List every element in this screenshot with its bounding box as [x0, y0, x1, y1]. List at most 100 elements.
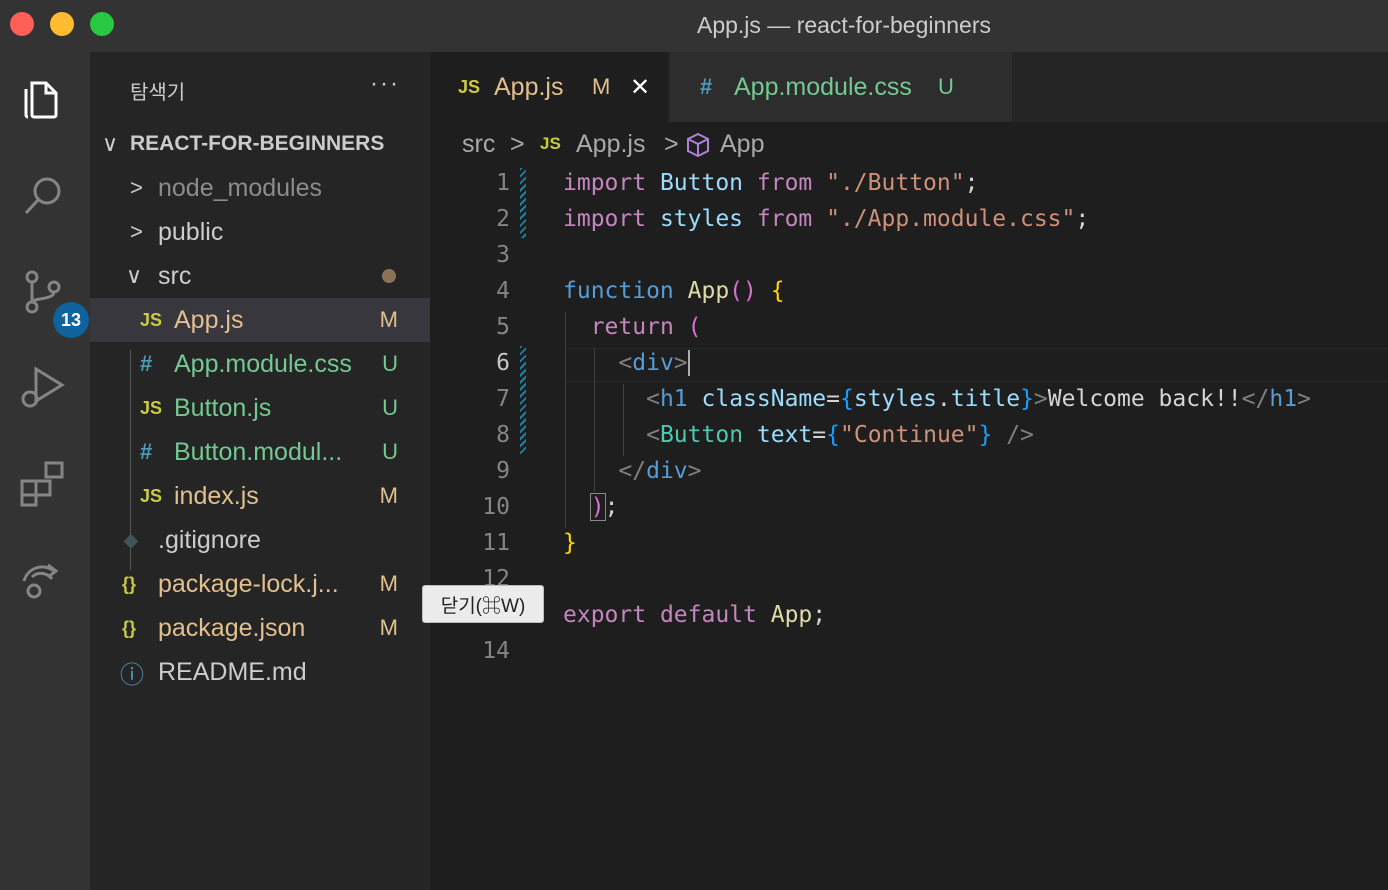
- git-status: M: [379, 483, 398, 508]
- tree-item-label: Button.js: [174, 393, 272, 422]
- css-file-icon: #: [140, 351, 153, 376]
- code-line: }: [563, 530, 577, 556]
- code-token: from: [756, 170, 813, 196]
- close-icon[interactable]: ✕: [630, 73, 650, 102]
- tree-item-gitignore[interactable]: ◆ .gitignore: [90, 518, 430, 562]
- code-token: App: [673, 278, 730, 304]
- diff-gutter-mark: [520, 168, 526, 238]
- tree-item-app-js[interactable]: JS App.js M: [90, 298, 430, 342]
- tree-item-label: App.module.css: [174, 349, 352, 378]
- code-token: import: [563, 206, 647, 232]
- code-token: styles: [646, 206, 757, 232]
- chevron-right-icon: >: [130, 219, 143, 244]
- tree-item-src[interactable]: ∨ src: [90, 254, 430, 298]
- code-token: h1: [659, 386, 688, 412]
- tree-item-readme[interactable]: ⓘ README.md: [90, 650, 430, 694]
- explorer-title: 탐색기: [130, 82, 186, 104]
- extensions-icon[interactable]: [15, 456, 71, 512]
- project-folder[interactable]: ∨ REACT-FOR-BEGINNERS: [90, 122, 430, 166]
- breadcrumb-file[interactable]: App.js: [576, 130, 645, 159]
- code-token: </: [618, 458, 647, 484]
- code-line: </div>: [563, 458, 701, 484]
- git-status: U: [382, 395, 398, 420]
- git-status: U: [382, 439, 398, 464]
- code-editor[interactable]: 1 2 3 4 5 6 7 8 9 10 11 12 13 14 import …: [430, 168, 1388, 890]
- text-cursor: [687, 350, 690, 376]
- breadcrumb-symbol[interactable]: App: [720, 130, 764, 159]
- chevron-right-icon: >: [510, 130, 525, 158]
- code-token: "./Button": [812, 170, 965, 196]
- remote-icon[interactable]: [15, 550, 71, 606]
- code-token: default: [646, 602, 757, 628]
- code-token: Button: [659, 422, 744, 448]
- tree-item-package-lock[interactable]: {} package-lock.j... M: [90, 562, 430, 606]
- tree-item-label: src: [158, 261, 192, 290]
- code-token: return: [590, 314, 674, 340]
- tree-item-label: public: [158, 217, 224, 246]
- code-token: <: [646, 386, 660, 412]
- code-line: import Button from "./Button";: [563, 170, 978, 196]
- code-line: <div>: [563, 350, 690, 376]
- breadcrumb: src > JS App.js > App: [430, 122, 1388, 168]
- js-file-icon: JS: [140, 309, 163, 330]
- title-bar: App.js — react-for-beginners: [0, 0, 1388, 52]
- code-token: (: [673, 314, 702, 340]
- code-token: "./App.module.css": [812, 206, 1076, 232]
- more-actions-icon[interactable]: ···: [370, 70, 400, 98]
- tab-status: M: [592, 74, 611, 99]
- activity-bar: 13: [0, 52, 90, 890]
- line-number: 2: [496, 206, 510, 232]
- json-file-icon: {}: [122, 617, 137, 638]
- code-token: Button: [646, 170, 757, 196]
- code-line: import styles from "./App.module.css";: [563, 206, 1089, 232]
- code-token: ;: [1075, 206, 1090, 232]
- search-icon[interactable]: [15, 168, 71, 224]
- code-token: }: [978, 422, 993, 448]
- line-number: 10: [482, 494, 510, 520]
- line-number: 1: [496, 170, 510, 196]
- tree-item-label: package-lock.j...: [158, 569, 339, 598]
- tree-item-index-js[interactable]: JS index.js M: [90, 474, 430, 518]
- code-token: ): [589, 493, 606, 521]
- code-token: "Continue": [840, 422, 979, 448]
- code-line: return (: [563, 314, 702, 340]
- info-icon: ⓘ: [120, 661, 144, 689]
- code-token: {: [756, 278, 785, 304]
- chevron-down-icon: ∨: [102, 131, 119, 156]
- tab-label: App.module.css: [734, 72, 912, 101]
- code-token: =: [812, 422, 827, 448]
- source-control-icon[interactable]: 13: [15, 264, 89, 338]
- code-token: .: [936, 386, 951, 412]
- code-token: className: [687, 386, 827, 412]
- json-file-icon: {}: [122, 573, 137, 594]
- tree-item-label: Button.modul...: [174, 437, 343, 466]
- tab-label: App.js: [494, 72, 564, 101]
- tree-item-label: node_modules: [158, 173, 323, 202]
- symbol-icon: [686, 132, 710, 165]
- source-control-badge: 13: [53, 302, 89, 338]
- line-number: 3: [496, 242, 510, 268]
- breadcrumb-src[interactable]: src: [462, 130, 495, 159]
- run-debug-icon[interactable]: [15, 358, 71, 414]
- css-file-icon: #: [140, 439, 153, 464]
- tree-item-public[interactable]: > public: [90, 210, 430, 254]
- editor-tab-bar: JS App.js M ✕ # App.module.css U: [430, 52, 1388, 122]
- tree-item-node-modules[interactable]: > node_modules: [90, 166, 430, 210]
- tree-item-button-js[interactable]: JS Button.js U: [90, 386, 430, 430]
- css-file-icon: #: [700, 74, 713, 99]
- code-token: text: [743, 422, 813, 448]
- explorer-sidebar: 탐색기 ··· ∨ REACT-FOR-BEGINNERS > node_mod…: [90, 52, 430, 890]
- tree-item-package-json[interactable]: {} package.json M: [90, 606, 430, 650]
- code-token: =: [826, 386, 840, 412]
- line-number: 11: [482, 530, 510, 556]
- explorer-icon[interactable]: [15, 70, 71, 126]
- tab-app-module-css[interactable]: # App.module.css U: [670, 52, 1012, 122]
- code-token: <: [646, 422, 660, 448]
- tree-item-label: index.js: [174, 481, 259, 510]
- tree-item-app-module-css[interactable]: # App.module.css U: [90, 342, 430, 386]
- tree-item-button-module-css[interactable]: # Button.modul... U: [90, 430, 430, 474]
- js-file-icon: JS: [140, 485, 163, 506]
- code-token: >: [673, 350, 688, 376]
- tab-app-js[interactable]: JS App.js M ✕: [430, 52, 668, 122]
- code-token: </: [1241, 386, 1270, 412]
